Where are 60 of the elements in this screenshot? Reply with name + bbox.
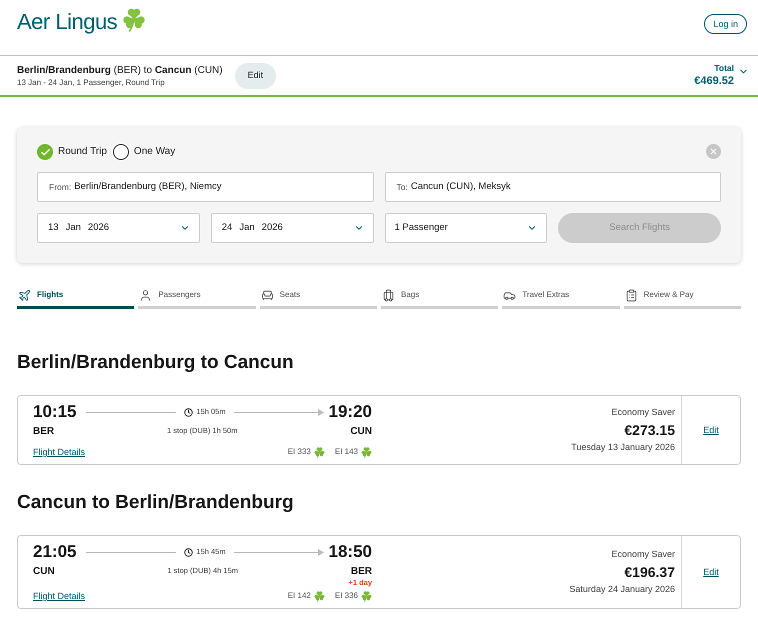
flight-details-link[interactable]: Flight Details <box>33 590 86 602</box>
field-label: From: <box>49 182 72 192</box>
departure-time: 21:05 <box>33 543 76 561</box>
shamrock-icon <box>361 590 372 602</box>
checklist-icon <box>624 288 638 302</box>
airport-code: BER <box>33 426 54 438</box>
destination-field[interactable]: To: Cancun (CUN), Meksyk <box>384 172 721 202</box>
logo-text: Aer Lingus <box>17 9 118 35</box>
origin-field[interactable]: From: Berlin/Brandenburg (BER), Niemcy <box>37 172 374 202</box>
airport-code: BER <box>350 566 372 578</box>
fare-price: €273.15 <box>624 422 675 438</box>
flight-number: EI 333 <box>288 447 311 457</box>
journey-heading: Cancun to Berlin/Brandenburg <box>17 491 295 515</box>
flight-date: Saturday 24 January 2026 <box>569 584 675 595</box>
shamrock-icon <box>314 446 325 458</box>
step-tab[interactable]: Review & Pay <box>624 284 741 309</box>
passenger-dropdown[interactable]: 1 Passenger <box>384 213 548 243</box>
arrival-time: 18:50 <box>328 543 372 561</box>
fare-type: Economy Saver <box>611 407 675 418</box>
trip-type-option[interactable]: Round Trip <box>37 144 107 160</box>
person-icon <box>139 288 152 302</box>
step-tab[interactable]: Seats <box>260 284 377 309</box>
edit-button[interactable]: Edit <box>234 62 276 88</box>
airport-code: CUN <box>33 566 55 578</box>
shamrock-icon <box>314 590 325 602</box>
total-label: Total <box>714 63 734 74</box>
journey-heading: Berlin/Brandenburg to Cancun <box>17 351 295 375</box>
flight-details-link[interactable]: Flight Details <box>33 446 86 458</box>
trip-route: Berlin/Brandenburg (BER) to Cancun (CUN) <box>17 64 223 76</box>
arrival-time: 19:20 <box>328 403 372 421</box>
step-tab[interactable]: Flights <box>17 284 134 309</box>
seat-icon <box>260 288 274 302</box>
edit-link[interactable]: Edit <box>703 566 719 578</box>
flight-date: Tuesday 13 January 2026 <box>571 442 675 453</box>
flight-number: EI 143 <box>334 447 358 457</box>
field-value: Cancun (CUN), Meksyk <box>410 181 511 193</box>
date-dropdown[interactable]: 24 Jan 2026 <box>210 213 374 243</box>
trip-type-option[interactable]: One Way <box>112 144 176 160</box>
step-tab[interactable]: Travel Extras <box>502 284 620 309</box>
trip-details: 13 Jan - 24 Jan, 1 Passenger, Round Trip <box>17 76 166 88</box>
shamrock-icon <box>361 446 372 458</box>
total-price: €469.52 <box>694 74 734 88</box>
date-dropdown[interactable]: 13 Jan 2026 <box>37 213 200 243</box>
airport-code: CUN <box>350 426 372 438</box>
flight-number: EI 142 <box>288 591 311 601</box>
login-button[interactable]: Log in <box>704 14 747 34</box>
departure-time: 10:15 <box>33 403 76 421</box>
flight-number: EI 336 <box>334 591 358 601</box>
clock-icon <box>184 548 194 556</box>
bag-icon <box>382 288 395 302</box>
edit-link[interactable]: Edit <box>703 424 719 436</box>
shamrock-logo-icon <box>122 8 146 32</box>
step-tab[interactable]: Passengers <box>138 284 256 309</box>
clock-icon <box>184 408 194 416</box>
fare-price: €196.37 <box>624 564 675 580</box>
fare-type: Economy Saver <box>611 549 675 560</box>
field-label: To: <box>396 182 408 192</box>
field-value: Berlin/Brandenburg (BER), Niemcy <box>74 181 222 193</box>
step-tab[interactable]: Bags <box>381 284 498 309</box>
plane-icon <box>18 288 31 302</box>
